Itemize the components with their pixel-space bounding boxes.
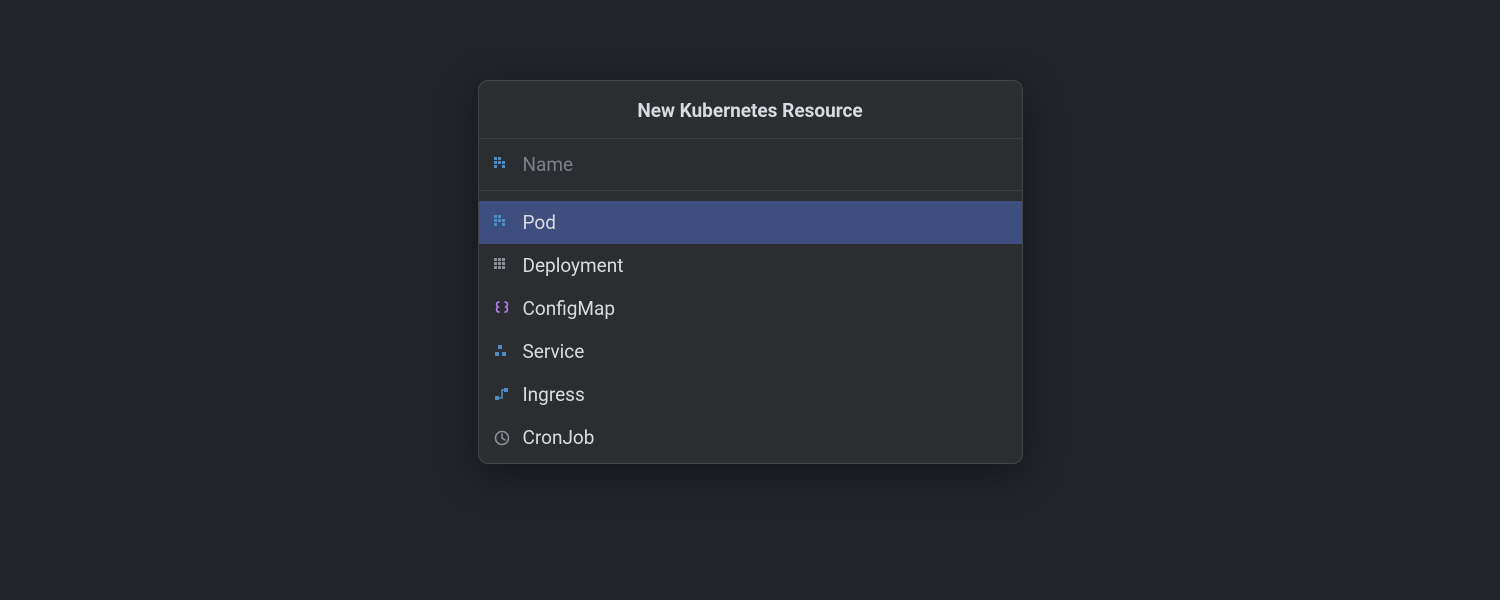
- file-icon: [493, 156, 511, 174]
- configmap-icon: [493, 300, 511, 318]
- resource-type-label: Pod: [523, 211, 556, 234]
- name-input[interactable]: [523, 153, 1008, 176]
- resource-type-label: Service: [523, 340, 585, 363]
- cronjob-icon: [493, 429, 511, 447]
- resource-type-cronjob[interactable]: CronJob: [479, 416, 1022, 459]
- resource-type-configmap[interactable]: ConfigMap: [479, 287, 1022, 330]
- service-icon: [493, 343, 511, 361]
- resource-type-pod[interactable]: Pod: [479, 201, 1022, 244]
- new-resource-dialog: New Kubernetes Resource Pod Deployment C…: [478, 80, 1023, 464]
- resource-type-service[interactable]: Service: [479, 330, 1022, 373]
- resource-type-list: Pod Deployment ConfigMap Service Ingress: [479, 191, 1022, 463]
- resource-type-deployment[interactable]: Deployment: [479, 244, 1022, 287]
- ingress-icon: [493, 386, 511, 404]
- pod-icon: [493, 214, 511, 232]
- name-input-row: [479, 139, 1022, 191]
- resource-type-label: Ingress: [523, 383, 585, 406]
- deployment-icon: [493, 257, 511, 275]
- resource-type-label: Deployment: [523, 254, 624, 277]
- dialog-title: New Kubernetes Resource: [479, 81, 1022, 139]
- resource-type-label: CronJob: [523, 426, 595, 449]
- resource-type-ingress[interactable]: Ingress: [479, 373, 1022, 416]
- resource-type-label: ConfigMap: [523, 297, 616, 320]
